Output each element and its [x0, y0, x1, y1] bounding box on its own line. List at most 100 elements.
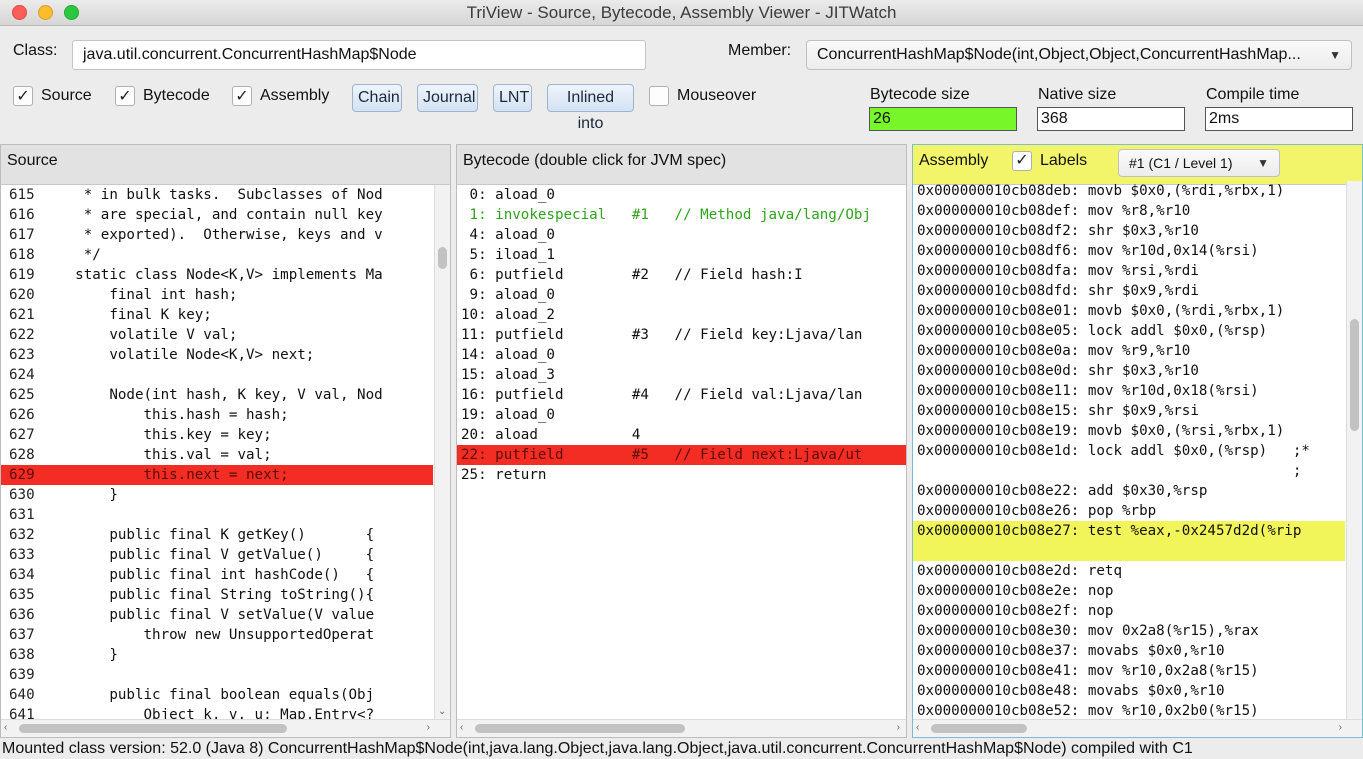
bytecode-line[interactable]: 25: return [457, 465, 906, 485]
source-line[interactable]: 619 static class Node<K,V> implements Ma [1, 265, 433, 285]
bytecode-line[interactable]: 0: aload_0 [457, 185, 906, 205]
source-line[interactable]: 625 Node(int hash, K key, V val, Nod [1, 385, 433, 405]
bytecode-line[interactable]: 5: iload_1 [457, 245, 906, 265]
source-line[interactable]: 617 * exported). Otherwise, keys and v [1, 225, 433, 245]
assembly-line[interactable]: 0x000000010cb08df6: mov %r10d,0x14(%rsi) [913, 241, 1345, 261]
assembly-line[interactable]: 0x000000010cb08e41: mov %r10,0x2a8(%r15) [913, 661, 1345, 681]
source-line[interactable]: 630 } [1, 485, 433, 505]
source-horizontal-scrollbar[interactable]: ‹ › [1, 719, 450, 737]
bytecode-line[interactable]: 9: aload_0 [457, 285, 906, 305]
source-line[interactable]: 623 volatile Node<K,V> next; [1, 345, 433, 365]
assembly-line[interactable]: 0x000000010cb08e37: movabs $0x0,%r10 [913, 641, 1345, 661]
bytecode-line[interactable]: 19: aload_0 [457, 405, 906, 425]
source-line[interactable]: 631 [1, 505, 433, 525]
source-line[interactable]: 628 this.val = val; [1, 445, 433, 465]
source-line[interactable]: 634 public final int hashCode() { [1, 565, 433, 585]
scroll-right-icon[interactable]: › [427, 722, 430, 733]
assembly-line[interactable]: 0x000000010cb08e22: add $0x30,%rsp [913, 481, 1345, 501]
assembly-line[interactable]: 0x000000010cb08e05: lock addl $0x0,(%rsp… [913, 321, 1345, 341]
source-code-view[interactable]: 615 * in bulk tasks. Subclasses of Nod 61… [1, 185, 433, 719]
bytecode-line[interactable]: 22: putfield #5 // Field next:Ljava/ut [457, 445, 906, 465]
assembly-line[interactable]: 0x000000010cb08e2e: nop [913, 581, 1345, 601]
bytecode-line[interactable]: 10: aload_2 [457, 305, 906, 325]
assembly-line[interactable]: ; [913, 461, 1345, 481]
assembly-line[interactable]: 0x000000010cb08dfd: shr $0x9,%rdi [913, 281, 1345, 301]
bytecode-line[interactable]: 1: invokespecial #1 // Method java/lang/… [457, 205, 906, 225]
compilation-select[interactable]: #1 (C1 / Level 1) ▼ [1118, 149, 1280, 177]
bytecode-line[interactable]: 15: aload_3 [457, 365, 906, 385]
assembly-line[interactable]: 0x000000010cb08df2: shr $0x3,%r10 [913, 221, 1345, 241]
lnt-button[interactable]: LNT [493, 84, 532, 112]
source-vertical-scrollbar[interactable]: ⌄ [434, 185, 450, 719]
assembly-line[interactable]: 0x000000010cb08e30: mov 0x2a8(%r15),%rax [913, 621, 1345, 641]
assembly-horizontal-scrollbar[interactable]: ‹ › [913, 719, 1362, 737]
source-line[interactable]: 626 this.hash = hash; [1, 405, 433, 425]
source-line[interactable]: 629 this.next = next; [1, 465, 433, 485]
assembly-vertical-scrollbar[interactable] [1346, 181, 1362, 719]
bytecode-line[interactable]: 16: putfield #4 // Field val:Ljava/lan [457, 385, 906, 405]
source-line[interactable]: 641 Object k, v, u; Map.Entry<? [1, 705, 433, 719]
assembly-line[interactable]: 0x000000010cb08e27: test %eax,-0x2457d2d… [913, 521, 1345, 561]
bytecode-line[interactable]: 14: aload_0 [457, 345, 906, 365]
assembly-line[interactable]: 0x000000010cb08e01: movb $0x0,(%rdi,%rbx… [913, 301, 1345, 321]
source-line[interactable]: 627 this.key = key; [1, 425, 433, 445]
assembly-line[interactable]: 0x000000010cb08e15: shr $0x9,%rsi [913, 401, 1345, 421]
bytecode-line[interactable]: 11: putfield #3 // Field key:Ljava/lan [457, 325, 906, 345]
assembly-line[interactable]: 0x000000010cb08e48: movabs $0x0,%r10 [913, 681, 1345, 701]
scroll-right-icon[interactable]: › [897, 722, 900, 733]
member-select[interactable]: ConcurrentHashMap$Node(int,Object,Object… [806, 40, 1352, 70]
assembly-line[interactable]: 0x000000010cb08e26: pop %rbp [913, 501, 1345, 521]
scroll-left-icon[interactable]: ‹ [460, 722, 463, 733]
source-line[interactable]: 632 public final K getKey() { [1, 525, 433, 545]
assembly-line[interactable]: 0x000000010cb08def: mov %r8,%r10 [913, 201, 1345, 221]
assembly-line[interactable]: 0x000000010cb08e2f: nop [913, 601, 1345, 621]
assembly-line[interactable]: 0x000000010cb08e52: mov %r10,0x2b0(%r15) [913, 701, 1345, 719]
assembly-line[interactable]: 0x000000010cb08e0d: shr $0x3,%r10 [913, 361, 1345, 381]
source-checkbox[interactable]: ✓ Source [13, 85, 92, 107]
bytecode-horizontal-scrollbar[interactable]: ‹ › [457, 719, 906, 737]
scroll-right-icon[interactable]: › [1339, 722, 1342, 733]
source-line[interactable]: 616 * are special, and contain null key [1, 205, 433, 225]
source-horizontal-scroll-thumb[interactable] [19, 724, 287, 733]
assembly-line[interactable]: 0x000000010cb08e11: mov %r10d,0x18(%rsi) [913, 381, 1345, 401]
bytecode-line[interactable]: 20: aload 4 [457, 425, 906, 445]
source-line[interactable]: 639 [1, 665, 433, 685]
bytecode-line[interactable]: 6: putfield #2 // Field hash:I [457, 265, 906, 285]
assembly-line[interactable]: 0x000000010cb08e19: movb $0x0,(%rsi,%rbx… [913, 421, 1345, 441]
source-line[interactable]: 637 throw new UnsupportedOperat [1, 625, 433, 645]
source-line[interactable]: 620 final int hash; [1, 285, 433, 305]
assembly-line[interactable]: 0x000000010cb08e0a: mov %r9,%r10 [913, 341, 1345, 361]
scroll-left-icon[interactable]: ‹ [4, 722, 7, 733]
scroll-down-icon[interactable]: ⌄ [438, 706, 446, 717]
assembly-line[interactable]: 0x000000010cb08dfa: mov %rsi,%rdi [913, 261, 1345, 281]
assembly-checkbox[interactable]: ✓ Assembly [232, 85, 329, 107]
assembly-line[interactable]: 0x000000010cb08e1d: lock addl $0x0,(%rsp… [913, 441, 1345, 461]
bytecode-horizontal-scroll-thumb[interactable] [475, 724, 685, 733]
source-vertical-scroll-thumb[interactable] [438, 247, 447, 269]
assembly-vertical-scroll-thumb[interactable] [1350, 319, 1359, 431]
source-line[interactable]: 640 public final boolean equals(Obj [1, 685, 433, 705]
source-line[interactable]: 615 * in bulk tasks. Subclasses of Nod [1, 185, 433, 205]
source-line[interactable]: 635 public final String toString(){ [1, 585, 433, 605]
bytecode-code-view[interactable]: 0: aload_0 1: invokespecial #1 // Method… [457, 185, 906, 719]
source-line[interactable]: 636 public final V setValue(V value [1, 605, 433, 625]
assembly-horizontal-scroll-thumb[interactable] [931, 724, 1027, 733]
labels-checkbox[interactable]: ✓ Labels [1012, 150, 1087, 172]
source-line[interactable]: 633 public final V getValue() { [1, 545, 433, 565]
assembly-line[interactable]: 0x000000010cb08deb: movb $0x0,(%rdi,%rbx… [913, 181, 1345, 201]
source-line[interactable]: 621 final K key; [1, 305, 433, 325]
bytecode-checkbox[interactable]: ✓ Bytecode [115, 85, 210, 107]
bytecode-line[interactable]: 4: aload_0 [457, 225, 906, 245]
journal-button[interactable]: Journal [417, 84, 478, 112]
assembly-code-view[interactable]: 0x000000010cb08deb: movb $0x0,(%rdi,%rbx… [913, 181, 1345, 719]
class-field[interactable]: java.util.concurrent.ConcurrentHashMap$N… [72, 40, 646, 70]
mouseover-checkbox[interactable]: Mouseover [649, 85, 756, 107]
chain-button[interactable]: Chain [352, 84, 402, 112]
source-line[interactable]: 624 [1, 365, 433, 385]
source-line[interactable]: 638 } [1, 645, 433, 665]
source-line[interactable]: 618 */ [1, 245, 433, 265]
scroll-left-icon[interactable]: ‹ [916, 722, 919, 733]
inlined-into-button[interactable]: Inlined into [547, 84, 634, 132]
assembly-line[interactable]: 0x000000010cb08e2d: retq [913, 561, 1345, 581]
source-line[interactable]: 622 volatile V val; [1, 325, 433, 345]
